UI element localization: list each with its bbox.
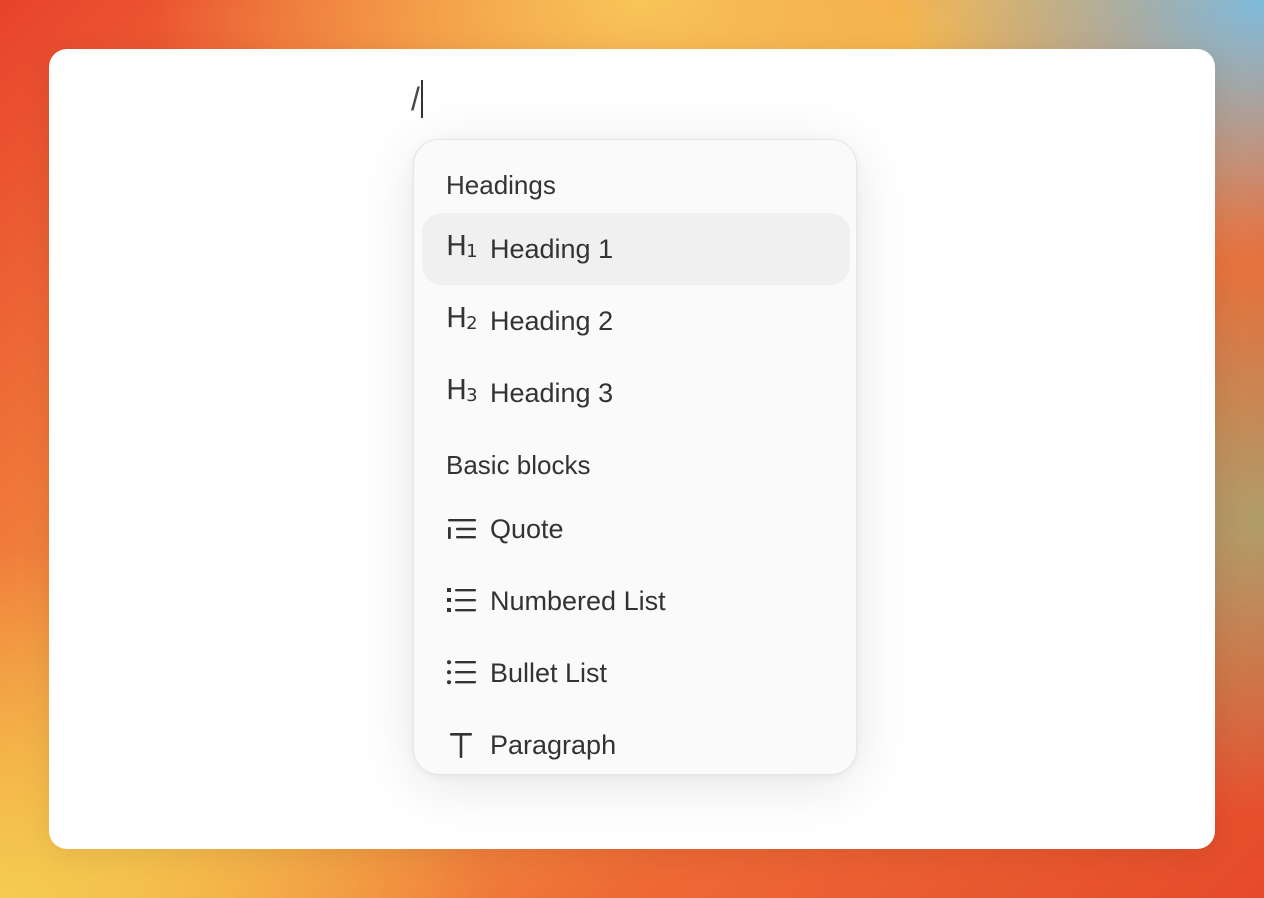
slash-command-menu: Headings H1 Heading 1 H2 Heading 2 H3 He…: [413, 139, 857, 775]
editor-input-line[interactable]: /: [411, 79, 423, 119]
section-label-basic-blocks: Basic blocks: [446, 450, 591, 480]
bullet-list-icon: [446, 655, 490, 691]
heading-2-icon: H2: [446, 301, 478, 334]
menu-item-numbered-list[interactable]: Numbered List: [422, 565, 850, 637]
heading-1-icon: H1: [446, 229, 478, 262]
menu-item-bullet-list[interactable]: Bullet List: [422, 637, 850, 709]
menu-item-label: Heading 2: [490, 306, 614, 336]
text-caret: [420, 80, 423, 118]
menu-item-label: Numbered List: [490, 586, 666, 616]
quote-icon: [446, 511, 490, 547]
menu-item-label: Heading 1: [490, 234, 614, 264]
numbered-list-icon: [446, 583, 490, 619]
menu-item-heading-2[interactable]: H2 Heading 2: [422, 285, 850, 357]
heading-3-icon: H3: [446, 373, 478, 406]
menu-item-label: Heading 3: [490, 378, 614, 408]
slash-command-text: /: [411, 81, 420, 117]
menu-item-paragraph[interactable]: Paragraph: [422, 709, 850, 774]
menu-item-label: Quote: [490, 514, 564, 544]
menu-item-label: Bullet List: [490, 658, 608, 688]
menu-item-heading-1[interactable]: H1 Heading 1: [422, 213, 850, 285]
section-label-headings: Headings: [446, 170, 556, 200]
menu-item-heading-3[interactable]: H3 Heading 3: [422, 357, 850, 429]
paragraph-icon: [446, 727, 490, 763]
menu-item-quote[interactable]: Quote: [422, 493, 850, 565]
menu-item-label: Paragraph: [490, 730, 617, 760]
